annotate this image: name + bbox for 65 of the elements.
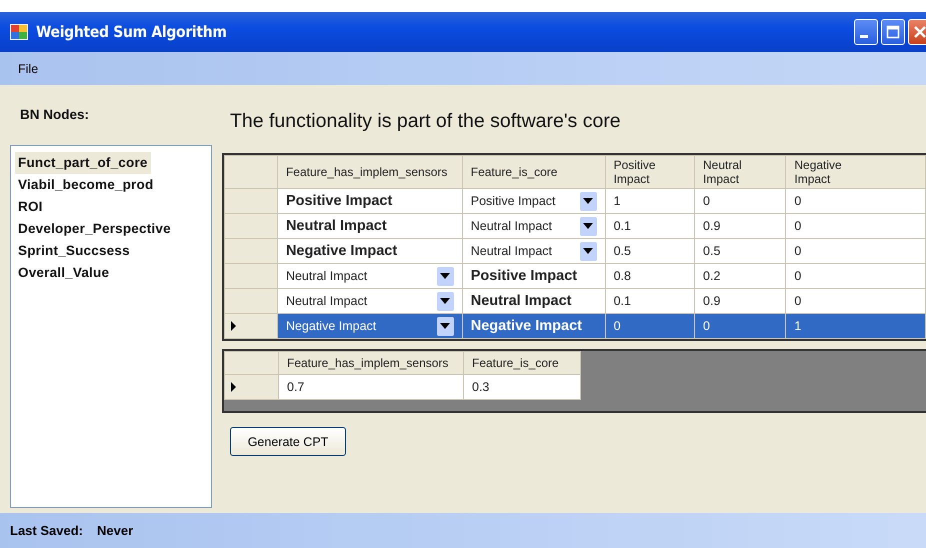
table-cell[interactable]: 0 — [786, 214, 926, 238]
table-cell[interactable]: 0 — [786, 238, 926, 264]
current-row-icon — [231, 321, 236, 331]
list-label: BN Nodes: — [19, 106, 90, 124]
table-cell[interactable]: 1 — [786, 314, 926, 338]
table-cell: Neutral Impact — [277, 214, 462, 238]
status-label: Last Saved: — [10, 523, 83, 538]
table-cell[interactable]: 0.5 — [605, 238, 695, 264]
corner-cell — [224, 352, 278, 374]
table-cell[interactable]: 0.5 — [694, 238, 786, 264]
dropdown-cell[interactable]: Negative Impact — [277, 314, 462, 338]
dropdown-cell[interactable]: Neutral Impact — [462, 214, 606, 238]
dropdown-cell[interactable]: Neutral Impact — [277, 288, 462, 314]
maximize-button[interactable] — [881, 19, 905, 45]
table-cell[interactable]: 0 — [605, 314, 695, 338]
table-cell: Negative Impact — [277, 238, 462, 264]
dropdown-cell[interactable]: Neutral Impact — [277, 264, 462, 288]
close-icon — [913, 25, 926, 39]
dropdown-cell[interactable]: Positive Impact — [462, 188, 606, 214]
column-header[interactable]: Feature_has_implem_sensors — [277, 156, 462, 188]
table-cell[interactable]: 0.9 — [694, 288, 786, 314]
close-button[interactable] — [908, 19, 926, 45]
table-cell[interactable]: 0.2 — [694, 264, 786, 288]
column-header[interactable]: Neutral Impact — [694, 156, 786, 188]
column-header[interactable]: Negative Impact — [786, 156, 926, 188]
status-value: Never — [96, 523, 134, 538]
heading: The functionality is part of the software's core — [229, 109, 622, 134]
list-item[interactable]: Sprint_Succsess — [15, 240, 133, 262]
row-header[interactable] — [224, 374, 278, 400]
list-item[interactable]: Overall_Value — [15, 262, 112, 284]
table-cell[interactable]: 0.1 — [605, 288, 695, 314]
minimize-button[interactable] — [854, 19, 878, 45]
table-cell[interactable]: 1 — [605, 188, 695, 214]
dropdown-cell[interactable]: Neutral Impact — [462, 238, 606, 264]
table-cell: Negative Impact — [462, 314, 606, 338]
table-cell: Positive Impact — [462, 264, 606, 288]
window-title: Weighted Sum Algorithm — [36, 23, 227, 41]
table-cell[interactable]: 0 — [786, 188, 926, 214]
list-item[interactable]: Viabil_become_prod — [15, 174, 156, 196]
list-item[interactable]: Funct_part_of_core — [15, 152, 151, 174]
table-cell[interactable]: 0.1 — [605, 214, 695, 238]
corner-cell — [224, 156, 278, 188]
row-header[interactable] — [224, 314, 278, 338]
column-header[interactable]: Positive Impact — [605, 156, 695, 188]
table-cell[interactable]: 0 — [786, 264, 926, 288]
column-header[interactable]: Feature_is_core — [462, 156, 606, 188]
table-cell[interactable]: 0 — [694, 314, 786, 338]
table-cell: Positive Impact — [277, 188, 462, 214]
menu-item[interactable]: File — [14, 60, 42, 78]
list-item[interactable]: Developer_Perspective — [15, 218, 174, 240]
table-cell[interactable]: 0 — [786, 288, 926, 314]
input-field[interactable]: 0.7 — [278, 374, 464, 400]
current-row-icon — [231, 382, 236, 392]
maximize-icon — [886, 25, 900, 39]
app-icon — [10, 24, 28, 40]
table-cell: Neutral Impact — [462, 288, 606, 314]
minimize-icon — [860, 34, 868, 38]
table-cell[interactable]: 0.8 — [605, 264, 695, 288]
column-header[interactable]: Feature_has_implem_sensors — [278, 352, 464, 374]
table-cell[interactable]: 0 — [694, 188, 786, 214]
table-cell[interactable]: 0.9 — [694, 214, 786, 238]
input-field[interactable]: 0.3 — [464, 374, 580, 400]
column-header[interactable]: Feature_is_core — [464, 352, 580, 374]
list-item[interactable]: ROI — [15, 196, 46, 218]
generate-button[interactable]: Generate CPT — [230, 427, 346, 456]
